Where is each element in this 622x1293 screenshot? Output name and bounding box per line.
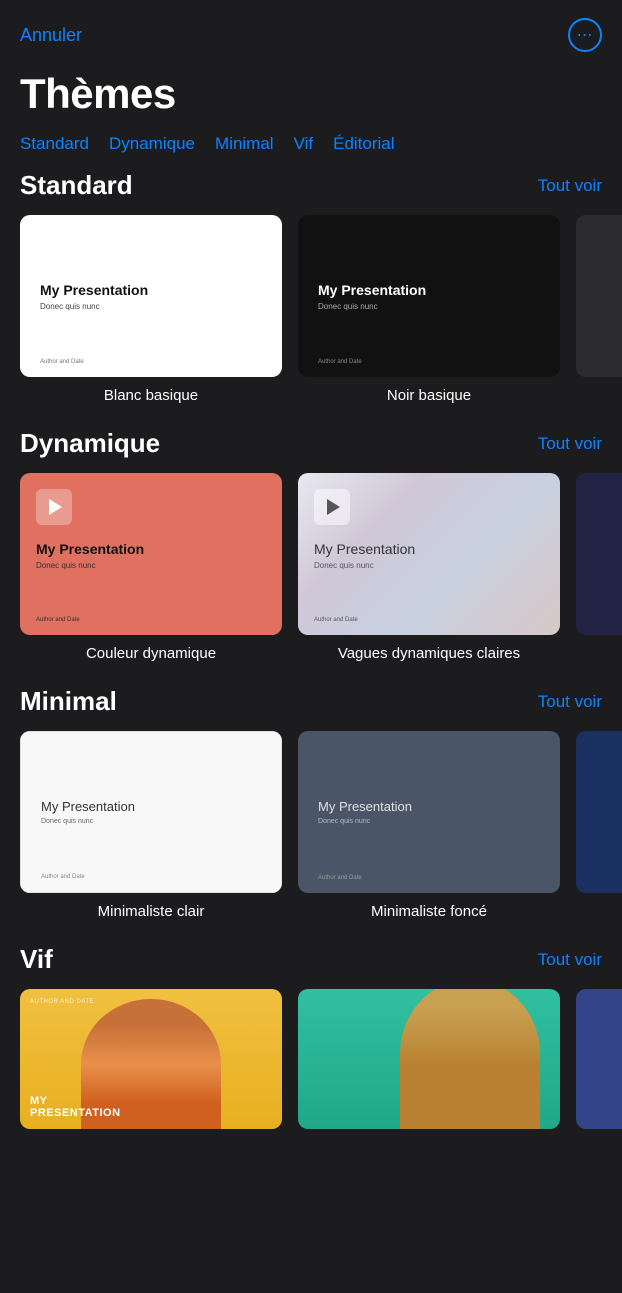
slide-subtitle-noir: Donec quis nunc [318,302,540,311]
cancel-button[interactable]: Annuler [20,25,82,46]
theme-label-noir-basique: Noir basique [387,387,471,404]
section-vif-title: Vif [20,944,53,975]
section-standard-see-all[interactable]: Tout voir [538,176,602,196]
theme-card-partial-dynamique[interactable] [576,473,622,662]
theme-thumbnail-noir-basique: My Presentation Donec quis nunc Author a… [298,215,560,377]
section-vif: Vif Tout voir AUTHOR AND DATE MYPRESENTA… [0,944,622,1163]
theme-card-partial-vif[interactable] [576,989,622,1139]
section-minimal: Minimal Tout voir My Presentation Donec … [0,686,622,944]
theme-card-couleur-dynamique[interactable]: My Presentation Donec quis nunc Author a… [20,473,282,662]
tab-standard[interactable]: Standard [20,134,89,154]
header: Annuler ⋯ [0,0,622,62]
slide-title-couleur: My Presentation [36,541,266,557]
section-dynamique-title: Dynamique [20,428,160,459]
theme-card-partial-standard[interactable] [576,215,622,404]
slide-subtitle-couleur: Donec quis nunc [36,561,266,570]
slide-title-noir: My Presentation [318,282,540,298]
theme-card-minimaliste-fonce[interactable]: My Presentation Donec quis nunc Author a… [298,731,560,920]
slide-title-minimal-light: My Presentation [41,799,261,814]
slide-title-minimal-dark: My Presentation [318,799,540,814]
theme-label-minimaliste-clair: Minimaliste clair [98,903,205,920]
slide-subtitle-vagues: Donec quis nunc [314,561,544,570]
theme-thumbnail-vif-jaune: AUTHOR AND DATE MYPRESENTATION [20,989,282,1129]
slide-author-vagues: Author and Date [314,617,358,623]
theme-thumbnail-vif-teal [298,989,560,1129]
theme-label-vagues-dynamiques: Vagues dynamiques claires [338,645,520,662]
theme-label-couleur-dynamique: Couleur dynamique [86,645,216,662]
theme-thumbnail-partial-vif [576,989,622,1129]
slide-subtitle-minimal-light: Donec quis nunc [41,818,261,825]
section-minimal-see-all[interactable]: Tout voir [538,692,602,712]
slide-author-couleur: Author and Date [36,617,80,623]
theme-thumbnail-partial-dynamique [576,473,622,635]
section-standard-title: Standard [20,170,133,201]
page-title: Thèmes [0,62,622,134]
slide-author-minimal-light: Author and Date [41,874,85,880]
theme-card-partial-minimal[interactable] [576,731,622,920]
theme-thumbnail-minimaliste-fonce: My Presentation Donec quis nunc Author a… [298,731,560,893]
theme-thumbnail-minimaliste-clair: My Presentation Donec quis nunc Author a… [20,731,282,893]
themes-row-dynamique: My Presentation Donec quis nunc Author a… [0,473,622,662]
category-tabs: Standard Dynamique Minimal Vif Éditorial [0,134,622,170]
theme-card-noir-basique[interactable]: My Presentation Donec quis nunc Author a… [298,215,560,404]
play-icon-vagues [314,489,350,525]
theme-card-minimaliste-clair[interactable]: My Presentation Donec quis nunc Author a… [20,731,282,920]
tab-vif[interactable]: Vif [294,134,314,154]
more-options-button[interactable]: ⋯ [568,18,602,52]
tab-minimal[interactable]: Minimal [215,134,274,154]
play-triangle-vagues [327,499,340,515]
theme-label-blanc-basique: Blanc basique [104,387,198,404]
vif-person-teal [400,989,540,1129]
section-standard-header: Standard Tout voir [0,170,622,215]
themes-row-vif: AUTHOR AND DATE MYPRESENTATION [0,989,622,1139]
themes-row-standard: My Presentation Donec quis nunc Author a… [0,215,622,404]
theme-card-vagues-dynamiques[interactable]: My Presentation Donec quis nunc Author a… [298,473,560,662]
section-minimal-header: Minimal Tout voir [0,686,622,731]
theme-card-vif-teal[interactable] [298,989,560,1139]
slide-author-minimal-dark: Author and Date [318,875,362,881]
play-triangle-couleur [49,499,62,515]
theme-thumbnail-couleur-dynamique: My Presentation Donec quis nunc Author a… [20,473,282,635]
section-vif-see-all[interactable]: Tout voir [538,950,602,970]
theme-card-vif-jaune[interactable]: AUTHOR AND DATE MYPRESENTATION [20,989,282,1139]
theme-label-minimaliste-fonce: Minimaliste foncé [371,903,487,920]
theme-thumbnail-blanc-basique: My Presentation Donec quis nunc Author a… [20,215,282,377]
section-dynamique-header: Dynamique Tout voir [0,428,622,473]
slide-title-blanc: My Presentation [40,282,262,298]
theme-thumbnail-partial-minimal [576,731,622,893]
slide-author-noir: Author and Date [318,359,362,365]
theme-thumbnail-vagues-dynamiques: My Presentation Donec quis nunc Author a… [298,473,560,635]
section-standard: Standard Tout voir My Presentation Donec… [0,170,622,428]
slide-author-blanc: Author and Date [40,359,84,365]
slide-subtitle-minimal-dark: Donec quis nunc [318,818,540,825]
slide-subtitle-blanc: Donec quis nunc [40,302,262,311]
tab-editorial[interactable]: Éditorial [333,134,394,154]
slide-title-vagues: My Presentation [314,541,544,557]
theme-thumbnail-partial-standard [576,215,622,377]
section-dynamique: Dynamique Tout voir My Presentation Done… [0,428,622,686]
section-minimal-title: Minimal [20,686,117,717]
tab-dynamique[interactable]: Dynamique [109,134,195,154]
theme-card-blanc-basique[interactable]: My Presentation Donec quis nunc Author a… [20,215,282,404]
section-vif-header: Vif Tout voir [0,944,622,989]
section-dynamique-see-all[interactable]: Tout voir [538,434,602,454]
vif-author-top: AUTHOR AND DATE [30,999,94,1005]
vif-title-yellow: MYPRESENTATION [30,1095,121,1119]
more-dots-icon: ⋯ [577,25,594,45]
play-icon-couleur [36,489,72,525]
themes-row-minimal: My Presentation Donec quis nunc Author a… [0,731,622,920]
